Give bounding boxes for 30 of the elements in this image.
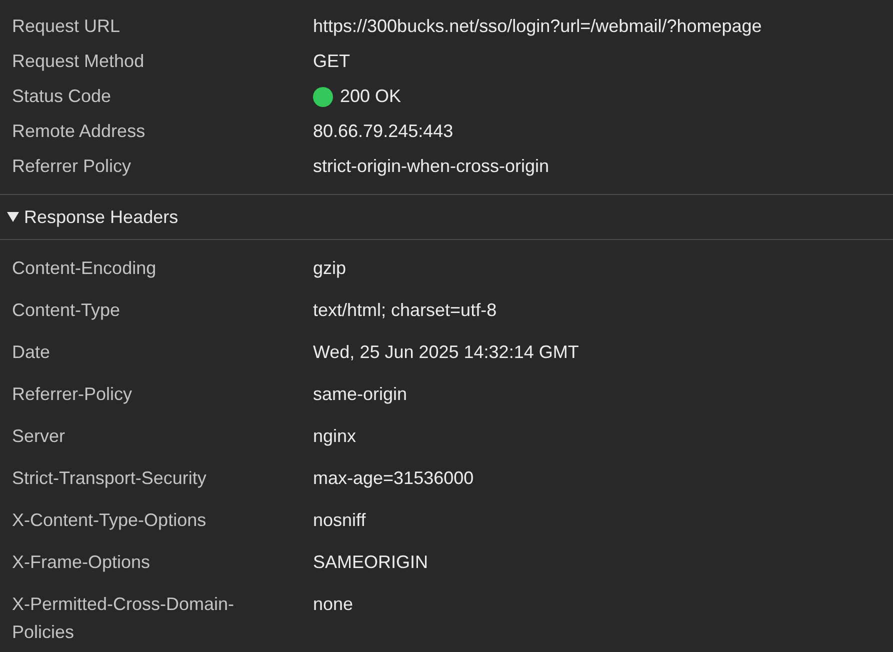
header-name: Referrer Policy [12, 156, 132, 177]
header-name: Date [12, 341, 52, 364]
header-value: SAMEORIGIN [313, 551, 428, 574]
header-name: Content-Encoding [12, 257, 158, 280]
header-value: gzip [313, 257, 346, 280]
header-value: Wed, 25 Jun 2025 14:32:14 GMT [313, 341, 579, 364]
header-name: Server [12, 425, 66, 448]
header-value: nosniff [313, 509, 366, 532]
header-value: none [313, 593, 354, 616]
section-header[interactable]: Response Headers [0, 195, 893, 240]
header-value: 80.66.79.245:443 [313, 121, 454, 142]
header-value: max-age=31536000 [313, 467, 474, 490]
header-name: Strict-Transport-Security [12, 467, 208, 490]
header-value: 200 OK [340, 86, 402, 107]
header-name: Remote Address [12, 121, 146, 142]
header-name: X-Frame-Options [12, 551, 152, 574]
header-name: Request Method [12, 51, 146, 72]
disclosure-triangle-icon [7, 212, 19, 222]
header-name: X-Permitted-Cross-Domain-Policies [12, 593, 236, 644]
header-name: Content-Type [12, 299, 122, 322]
header-name: Request URL [12, 16, 122, 37]
header-name: Referrer-Policy [12, 383, 134, 406]
header-value: GET [313, 51, 350, 72]
header-value: same-origin [313, 383, 408, 406]
header-value: strict-origin-when-cross-origin [313, 156, 550, 177]
header-value: nginx [313, 425, 356, 448]
header-value: text/html; charset=utf-8 [313, 299, 497, 322]
header-name: Status Code [12, 86, 112, 107]
header-name: X-Content-Type-Options [12, 509, 208, 532]
header-value: https://300bucks.net/sso/login?url=/webmail/?homepage [313, 16, 762, 37]
